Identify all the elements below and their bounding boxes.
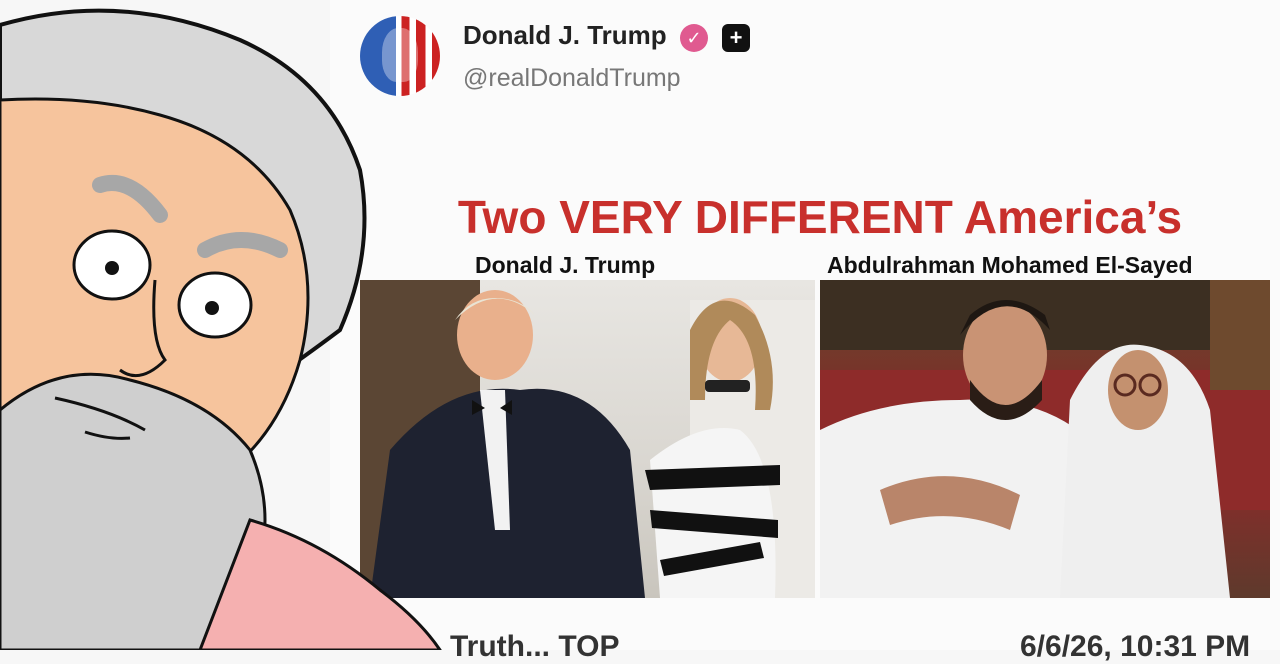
truth-post-card: Donald J. Trump ✓ + @realDonaldTrump Two…: [330, 0, 1280, 663]
right-photo-label: Abdulrahman Mohamed El-Sayed: [827, 252, 1193, 278]
post-image-headline: Two VERY DIFFERENT America’s: [457, 191, 1183, 243]
author-handle[interactable]: @realDonaldTrump: [463, 64, 681, 93]
author-name[interactable]: Donald J. Trump: [463, 20, 667, 51]
left-photo-label: Donald J. Trump: [475, 252, 656, 278]
verified-badge-icon: ✓: [680, 24, 708, 52]
cartoon-character-overlay: [0, 8, 442, 650]
footer-timestamp: 6/6/26, 10:31 PM: [1020, 630, 1251, 663]
right-photo-illustration: [820, 280, 1270, 598]
plus-badge-icon: +: [722, 24, 750, 52]
footer-engagement-text: Truth... TOP: [450, 630, 620, 663]
right-photo[interactable]: [820, 280, 1270, 598]
